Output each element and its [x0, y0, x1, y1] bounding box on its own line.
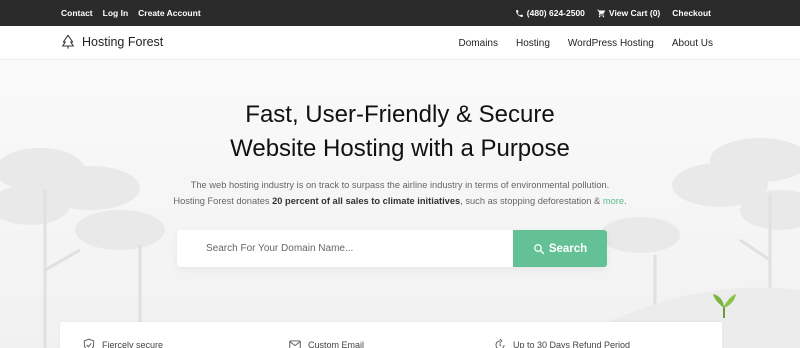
feature-refund-label: Up to 30 Days Refund Period: [513, 340, 631, 348]
main-navbar: Hosting Forest Domains Hosting WordPress…: [0, 26, 800, 60]
phone-icon: [515, 9, 523, 17]
email-icon: [289, 340, 301, 348]
nav-item-wordpress-hosting[interactable]: WordPress Hosting: [568, 38, 654, 49]
checkout-link[interactable]: Checkout: [672, 8, 711, 18]
subtext-post: , such as stopping deforestation &: [460, 196, 603, 206]
brand-name: Hosting Forest: [82, 35, 164, 49]
brand-logo-link[interactable]: Hosting Forest: [60, 34, 163, 50]
feature-refund: Up to 30 Days Refund Period: [493, 338, 630, 348]
domain-search-input[interactable]: [177, 230, 513, 267]
create-account-link[interactable]: Create Account: [138, 8, 201, 18]
phone-number: (480) 624-2500: [526, 8, 585, 18]
account-links: Contact Log In Create Account: [61, 0, 201, 26]
headline-line-2: Website Hosting with a Purpose: [230, 135, 570, 162]
subtext-end: .: [624, 196, 627, 206]
hero-subtext: The web hosting industry is on track to …: [0, 177, 800, 209]
feature-email-label: Custom Email: [308, 340, 365, 348]
subtext-line-2: Hosting Forest donates 20 percent of all…: [0, 193, 800, 209]
refund-icon: [495, 338, 505, 348]
subtext-line-1: The web hosting industry is on track to …: [190, 180, 610, 190]
subtext-pre: Hosting Forest donates: [173, 196, 273, 206]
more-link[interactable]: more: [603, 196, 624, 206]
headline-line-1: Fast, User-Friendly & Secure: [245, 101, 555, 128]
feature-secure: Fiercely secure: [82, 338, 163, 348]
hero-headline: Fast, User-Friendly & Secure Website Hos…: [0, 98, 800, 166]
contact-link[interactable]: Contact: [61, 8, 93, 18]
subtext-highlight: 20 percent of all sales to climate initi…: [272, 196, 461, 206]
phone-link[interactable]: (480) 624-2500: [515, 8, 585, 18]
shield-check-icon: [83, 338, 95, 348]
nav-item-hosting[interactable]: Hosting: [516, 38, 550, 49]
nav-item-about-us[interactable]: About Us: [672, 38, 713, 49]
commerce-links: (480) 624-2500 View Cart (0) Checkout: [515, 0, 711, 26]
search-icon: [533, 243, 544, 254]
tree-logo-icon: [62, 34, 74, 49]
cart-label: View Cart (0): [608, 8, 661, 18]
nav-item-domains[interactable]: Domains: [459, 38, 498, 49]
features-strip: Fiercely secure Custom Email Up to 30 Da…: [60, 322, 722, 348]
search-button-label: Search: [548, 242, 588, 255]
primary-menu: Domains Hosting WordPress Hosting About …: [459, 26, 713, 60]
view-cart-link[interactable]: View Cart (0): [597, 8, 660, 18]
search-button[interactable]: Search: [513, 230, 607, 267]
cart-icon: [597, 9, 605, 17]
feature-email: Custom Email: [288, 338, 364, 348]
domain-search-bar: Search: [177, 230, 607, 267]
top-utility-bar: Contact Log In Create Account (480) 624-…: [0, 0, 800, 26]
login-link[interactable]: Log In: [103, 8, 129, 18]
feature-secure-label: Fiercely secure: [102, 340, 164, 348]
hero-section: Fast, User-Friendly & Secure Website Hos…: [0, 60, 800, 348]
